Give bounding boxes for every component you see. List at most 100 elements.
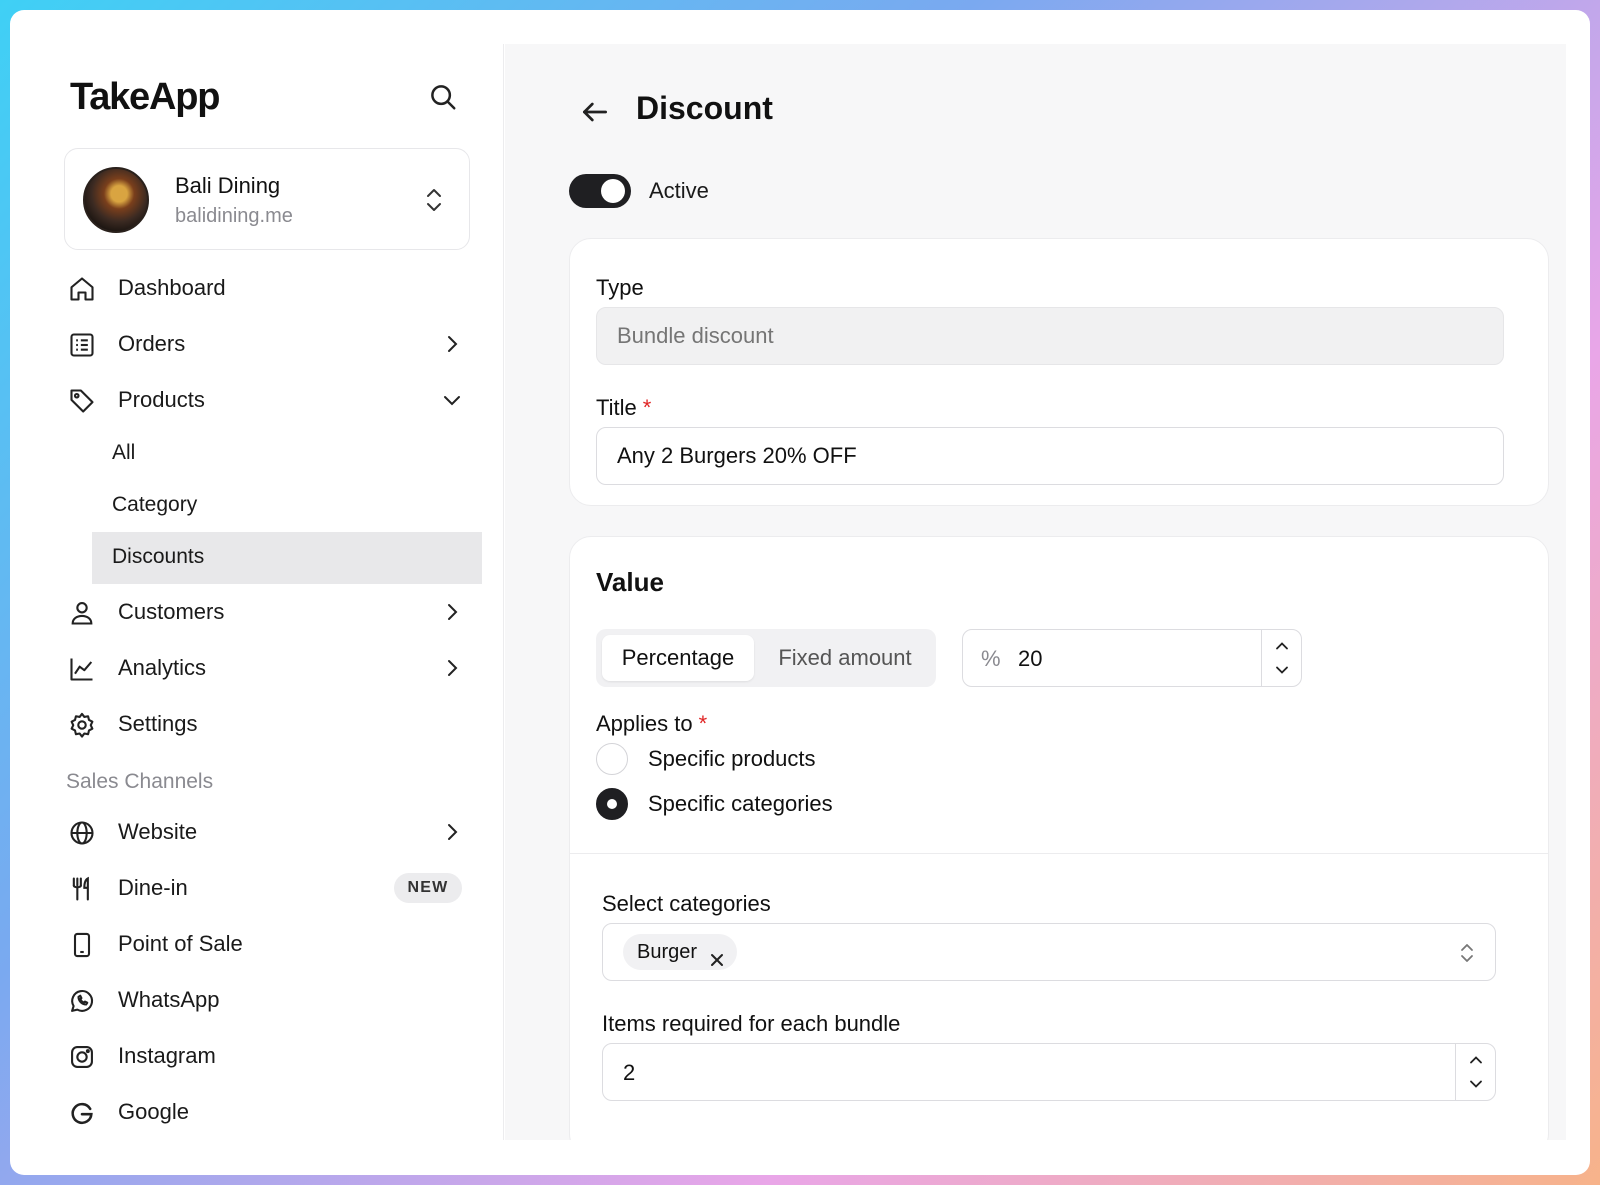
applies-to-label-text: Applies to [596, 711, 693, 736]
radio-specific-products[interactable]: Specific products [596, 743, 896, 777]
sidebar-subitem-category[interactable]: Category [44, 480, 504, 532]
sidebar-item-label: Google [118, 1099, 189, 1124]
value-heading: Value [596, 567, 664, 597]
sales-channels-label: Sales Channels [66, 770, 214, 793]
sidebar-item-label: Customers [118, 599, 225, 624]
active-label: Active [649, 178, 709, 203]
sidebar-item-customers[interactable]: Customers [44, 584, 504, 640]
sidebar-subitem-discounts[interactable]: Discounts [92, 532, 482, 584]
sidebar-item-dine-in[interactable]: Dine-in NEW [44, 860, 504, 916]
radio-label: Specific products [648, 746, 816, 771]
percent-prefix: % [981, 646, 1001, 671]
items-required-value[interactable]: 2 [623, 1060, 635, 1086]
required-mark: * [698, 711, 708, 736]
sidebar-item-label: Settings [118, 711, 198, 736]
globe-icon [68, 819, 96, 847]
chevron-right-icon [440, 332, 464, 356]
type-field [596, 307, 1504, 365]
sidebar-item-point-of-sale[interactable]: Point of Sale [44, 916, 504, 972]
chevron-up-icon[interactable] [1272, 636, 1292, 656]
sidebar-item-label: Point of Sale [118, 931, 243, 956]
chevron-up-down-icon [423, 185, 445, 215]
chevron-down-icon [440, 388, 464, 412]
instagram-icon [68, 1043, 96, 1071]
sidebar-item-dashboard[interactable]: Dashboard [44, 260, 504, 316]
required-mark: * [642, 395, 652, 420]
sidebar-item-label: WhatsApp [118, 987, 220, 1012]
radio-button-checked[interactable] [596, 788, 628, 820]
search-icon[interactable] [428, 82, 458, 112]
applies-to-label: Applies to * [596, 711, 707, 737]
home-icon [68, 275, 96, 303]
sidebar-item-settings[interactable]: Settings [44, 696, 504, 752]
app-window: TakeApp Bali Dining balidining.me Dashbo… [10, 10, 1590, 1175]
items-required-label: Items required for each bundle [602, 1011, 901, 1036]
sidebar-item-label: Dine-in [118, 875, 188, 900]
line-chart-icon [68, 655, 96, 683]
close-icon[interactable] [709, 944, 725, 966]
mobile-device-icon [68, 931, 96, 959]
type-label: Type [596, 275, 644, 300]
sidebar: TakeApp Bali Dining balidining.me Dashbo… [44, 44, 504, 1140]
value-amount[interactable]: 20 [1018, 646, 1042, 672]
title-field[interactable] [596, 427, 1504, 485]
general-card: Type Title* [569, 238, 1549, 506]
items-stepper [1455, 1044, 1495, 1100]
page-title: Discount [636, 90, 773, 126]
sidebar-item-label: Orders [118, 331, 186, 356]
chevron-down-icon[interactable] [1272, 660, 1292, 680]
categories-multiselect[interactable]: Burger [602, 923, 1496, 981]
sidebar-item-website[interactable]: Website [44, 804, 504, 860]
sidebar-subitem-label: All [112, 441, 136, 464]
value-type-segmented-control: Percentage Fixed amount [596, 629, 936, 687]
back-arrow-icon[interactable] [579, 96, 611, 128]
sidebar-item-label: Instagram [118, 1043, 216, 1068]
radio-label: Specific categories [648, 791, 833, 816]
store-url: balidining.me [175, 205, 293, 227]
tag-icon [68, 387, 96, 415]
sidebar-subitem-all[interactable]: All [44, 428, 504, 480]
store-avatar [83, 167, 149, 233]
main-content: Discount Active Type Title* Value Percen… [505, 44, 1566, 1140]
sidebar-item-label: Analytics [118, 655, 207, 680]
sidebar-item-label: Dashboard [118, 275, 226, 300]
sidebar-item-label: Website [118, 819, 198, 844]
chevron-up-icon[interactable] [1466, 1050, 1486, 1070]
chevron-right-icon [440, 820, 464, 844]
toggle-knob [601, 179, 625, 203]
sidebar-item-analytics[interactable]: Analytics [44, 640, 504, 696]
whatsapp-icon [68, 987, 96, 1015]
sidebar-item-label: Products [118, 387, 205, 412]
sidebar-item-google[interactable]: Google [44, 1084, 504, 1140]
fixed-amount-tab[interactable]: Fixed amount [760, 635, 930, 681]
google-icon [68, 1099, 96, 1127]
active-toggle[interactable] [569, 174, 631, 208]
radio-specific-categories[interactable]: Specific categories [596, 788, 896, 822]
divider [570, 853, 1548, 854]
sidebar-nav: Dashboard Orders Products All Category D… [44, 260, 504, 1140]
sidebar-item-products[interactable]: Products [44, 372, 504, 428]
utensils-icon [68, 875, 96, 903]
chevron-down-icon[interactable] [1466, 1074, 1486, 1094]
items-required-input[interactable]: 2 [602, 1043, 1496, 1101]
percentage-tab[interactable]: Percentage [602, 635, 754, 681]
sidebar-subitem-label: Category [112, 493, 198, 516]
new-badge: NEW [394, 873, 462, 903]
chip-label: Burger [637, 941, 698, 963]
title-label: Title * [596, 395, 651, 421]
value-stepper [1261, 630, 1301, 686]
store-switcher[interactable]: Bali Dining balidining.me [64, 148, 470, 250]
sales-channels-heading: Sales Channels [44, 752, 504, 804]
user-icon [68, 599, 96, 627]
sidebar-item-instagram[interactable]: Instagram [44, 1028, 504, 1084]
chevron-right-icon [440, 600, 464, 624]
sidebar-item-orders[interactable]: Orders [44, 316, 504, 372]
radio-button[interactable] [596, 743, 628, 775]
gear-icon [68, 711, 96, 739]
sidebar-item-whatsapp[interactable]: WhatsApp [44, 972, 504, 1028]
store-name: Bali Dining [175, 173, 281, 198]
value-amount-input[interactable]: % 20 [962, 629, 1302, 687]
app-logo: TakeApp [70, 76, 220, 118]
sidebar-subitem-label: Discounts [112, 545, 205, 568]
title-label-text: Title [596, 395, 637, 420]
